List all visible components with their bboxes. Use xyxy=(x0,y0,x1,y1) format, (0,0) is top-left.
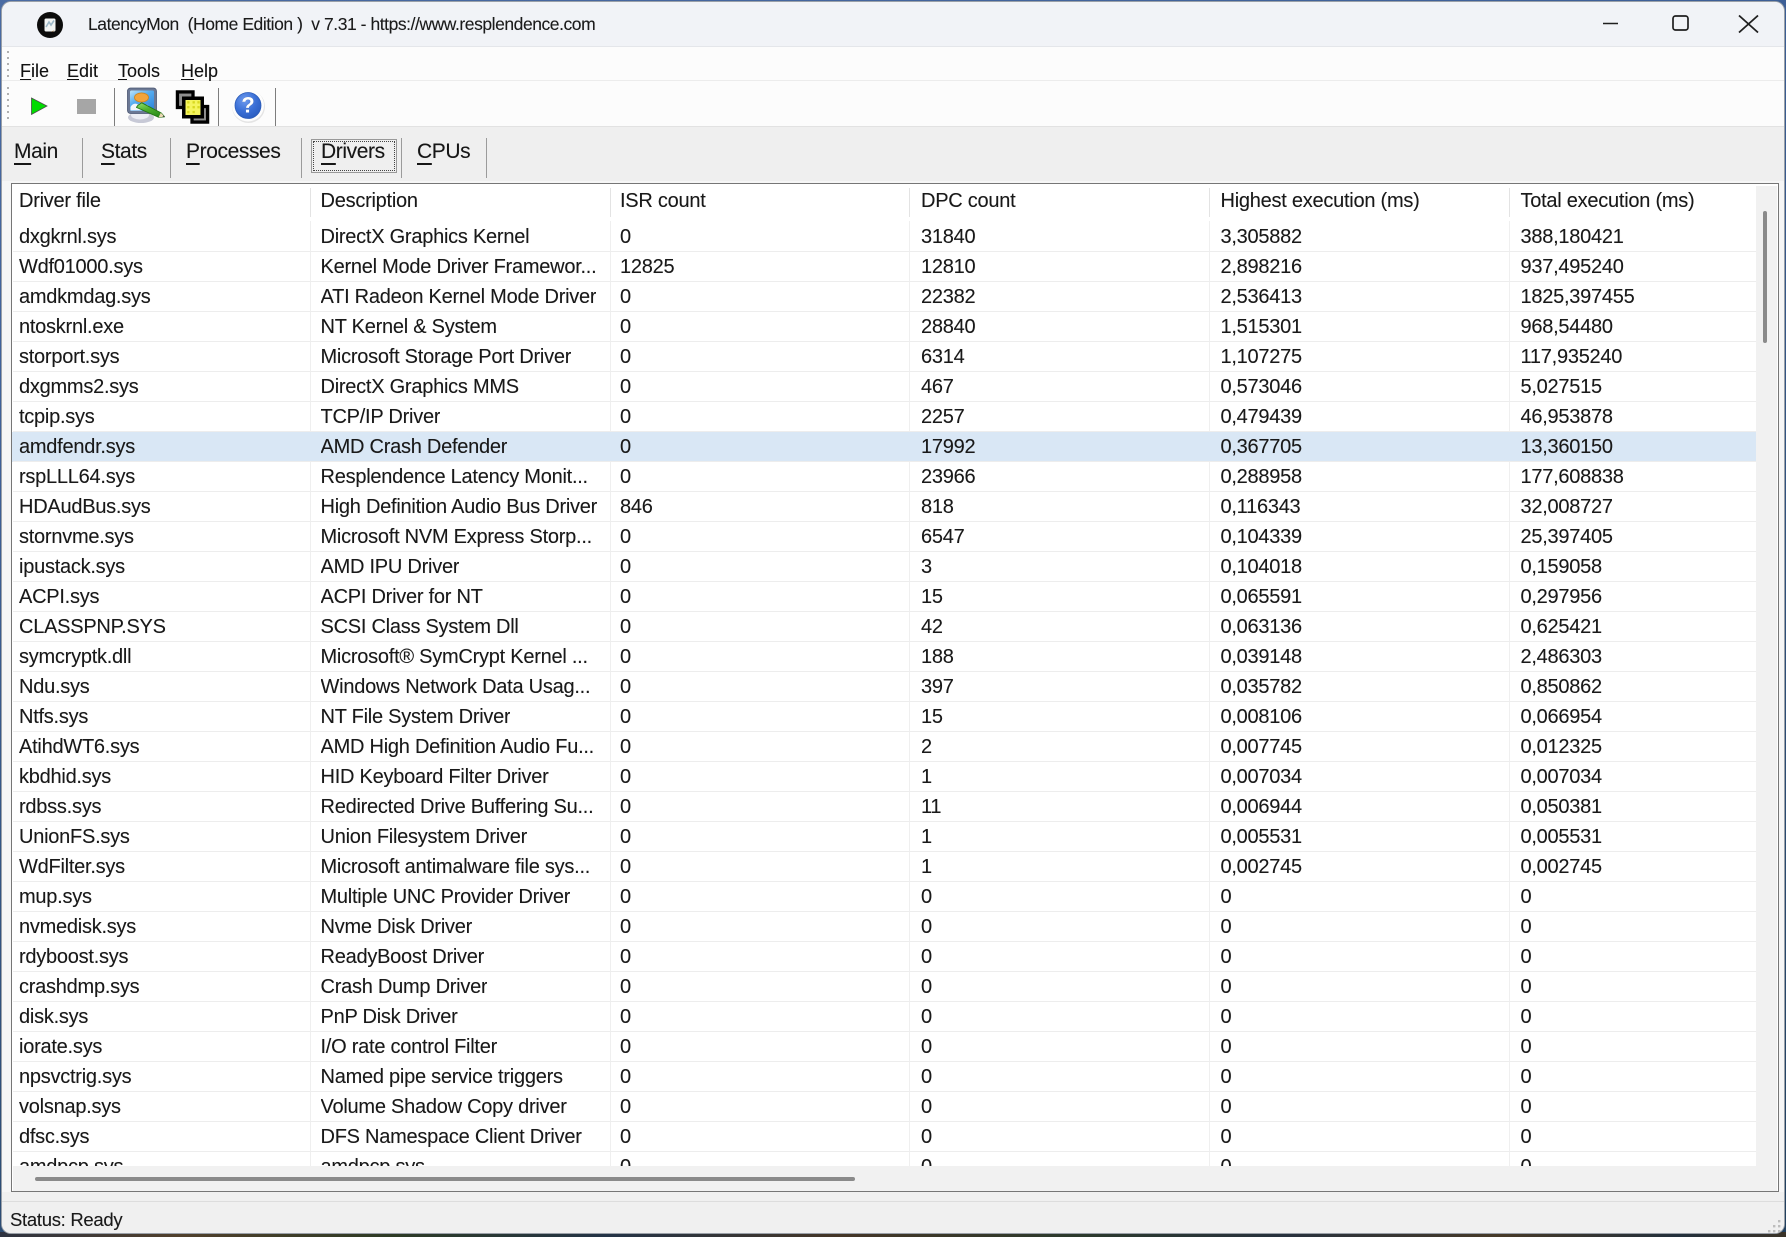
svg-text:?: ? xyxy=(241,93,254,118)
